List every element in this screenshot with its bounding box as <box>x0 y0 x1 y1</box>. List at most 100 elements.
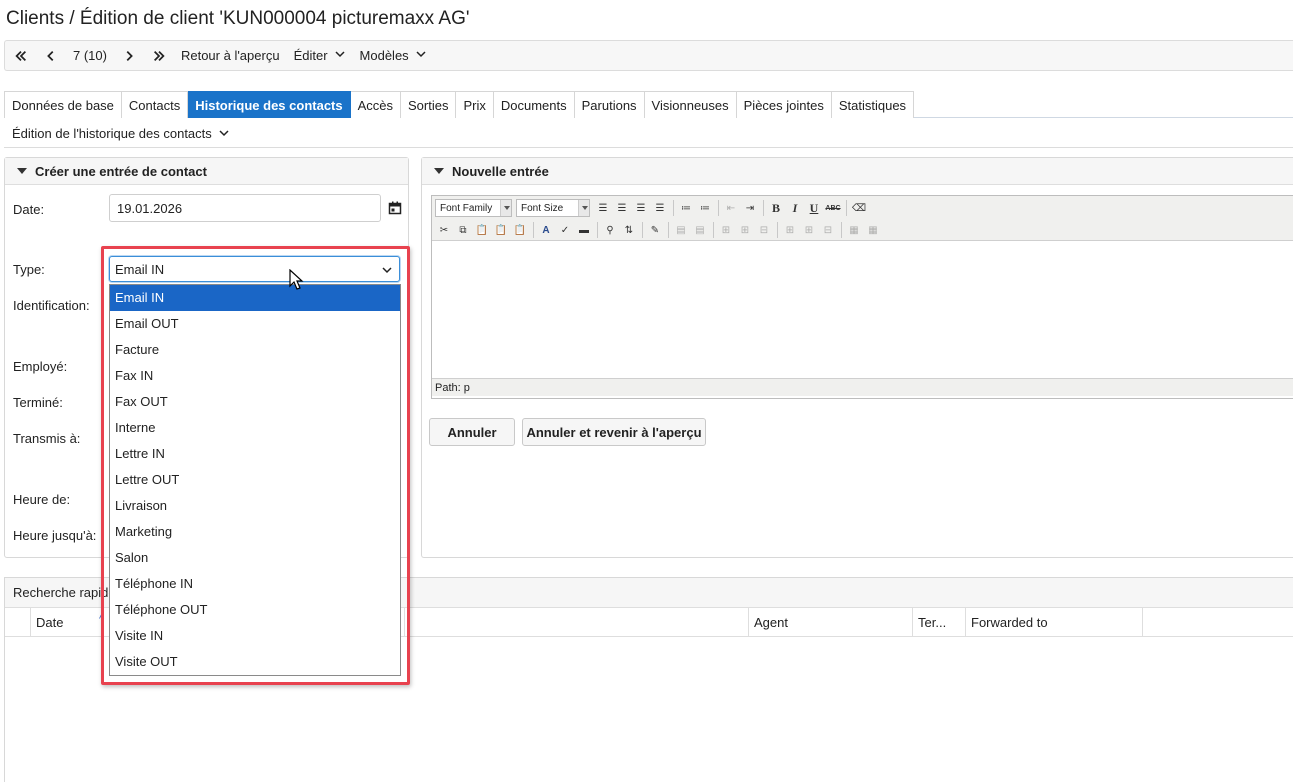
cut-icon[interactable]: ✂ <box>435 221 453 239</box>
done-label: Terminé: <box>13 395 63 410</box>
type-option[interactable]: Email OUT <box>110 311 400 337</box>
type-option[interactable]: Interne <box>110 415 400 441</box>
char-map-icon[interactable]: ▬ <box>575 221 593 239</box>
tab-contacts[interactable]: Contacts <box>121 91 189 118</box>
underline-icon[interactable]: U <box>805 199 823 217</box>
paste-text-icon[interactable]: 📋 <box>492 221 510 239</box>
tab-contact-history[interactable]: Historique des contacts <box>188 91 351 118</box>
type-option[interactable]: Salon <box>110 545 400 571</box>
column-header-done[interactable]: Ter... <box>913 608 966 636</box>
tab-viewers[interactable]: Visionneuses <box>644 91 737 118</box>
toolbar-separator <box>718 200 719 216</box>
tab-prices[interactable]: Prix <box>456 91 494 118</box>
cancel-and-back-button[interactable]: Annuler et revenir à l'aperçu <box>522 418 706 446</box>
create-contact-entry-header[interactable]: Créer une entrée de contact <box>5 158 408 185</box>
chevron-down-icon <box>409 48 427 63</box>
first-record-button[interactable] <box>13 41 29 70</box>
edit-css-icon[interactable]: ✎ <box>646 221 664 239</box>
align-justify-icon[interactable]: ☰ <box>651 199 669 217</box>
align-left-icon[interactable]: ☰ <box>594 199 612 217</box>
date-field[interactable]: 19.01.2026 <box>109 194 381 222</box>
type-options-list: Email IN Email OUT Facture Fax IN Fax OU… <box>109 284 401 676</box>
mouse-cursor-icon <box>289 269 304 290</box>
insert-col-after-icon[interactable]: ⊞ <box>800 221 818 239</box>
tab-publications[interactable]: Parutions <box>574 91 645 118</box>
numbered-list-icon[interactable]: ≔ <box>696 199 714 217</box>
edit-menu[interactable]: Éditer <box>294 41 346 70</box>
replace-icon[interactable]: ⇅ <box>620 221 638 239</box>
strikethrough-icon[interactable]: ABC <box>824 199 842 217</box>
align-center-icon[interactable]: ☰ <box>613 199 631 217</box>
bold-icon[interactable]: B <box>767 199 785 217</box>
type-option[interactable]: Visite OUT <box>110 649 400 675</box>
type-select[interactable]: Email IN <box>109 256 400 282</box>
type-option[interactable]: Email IN <box>110 285 400 311</box>
dropdown-arrow-icon <box>578 200 589 216</box>
text-color-icon[interactable]: A <box>537 221 555 239</box>
tab-base-data[interactable]: Données de base <box>4 91 122 118</box>
toolbar-separator <box>642 222 643 238</box>
tab-statistics[interactable]: Statistiques <box>831 91 915 118</box>
table-row-icon[interactable]: ▤ <box>672 221 690 239</box>
column-header-hidden[interactable] <box>405 608 749 636</box>
record-position: 7 (10) <box>73 48 107 63</box>
column-date-label: Date <box>36 614 64 630</box>
tab-attachments[interactable]: Pièces jointes <box>736 91 832 118</box>
editor-path-bar: Path: p <box>432 378 1293 396</box>
calendar-icon[interactable] <box>388 201 402 215</box>
cancel-button[interactable]: Annuler <box>429 418 515 446</box>
copy-icon[interactable]: ⧉ <box>454 221 472 239</box>
column-header-forwarded-to[interactable]: Forwarded to <box>966 608 1143 636</box>
indent-icon[interactable]: ⇥ <box>741 199 759 217</box>
font-size-select[interactable]: Font Size <box>516 199 590 217</box>
outdent-icon[interactable]: ⇤ <box>722 199 740 217</box>
toolbar-separator <box>668 222 669 238</box>
table-row-props-icon[interactable]: ▤ <box>691 221 709 239</box>
type-option[interactable]: Lettre IN <box>110 441 400 467</box>
paste-icon[interactable]: 📋 <box>473 221 491 239</box>
editor-content-area[interactable] <box>432 241 1293 378</box>
font-family-select[interactable]: Font Family <box>435 199 512 217</box>
type-select-value: Email IN <box>115 261 165 277</box>
bullet-list-icon[interactable]: ≔ <box>677 199 695 217</box>
italic-icon[interactable]: I <box>786 199 804 217</box>
column-header-agent[interactable]: Agent <box>749 608 913 636</box>
type-option[interactable]: Lettre OUT <box>110 467 400 493</box>
align-right-icon[interactable]: ☰ <box>632 199 650 217</box>
type-option[interactable]: Téléphone OUT <box>110 597 400 623</box>
new-entry-header[interactable]: Nouvelle entrée <box>422 158 1293 185</box>
type-option[interactable]: Livraison <box>110 493 400 519</box>
type-option[interactable]: Visite IN <box>110 623 400 649</box>
toolbar-separator <box>713 222 714 238</box>
contact-history-menu[interactable]: Édition de l'historique des contacts <box>4 119 1293 148</box>
back-to-overview-link[interactable]: Retour à l'aperçu <box>181 41 280 70</box>
tab-access[interactable]: Accès <box>350 91 402 118</box>
previous-record-button[interactable] <box>43 41 59 70</box>
time-from-label: Heure de: <box>13 492 71 507</box>
type-option[interactable]: Facture <box>110 337 400 363</box>
insert-col-before-icon[interactable]: ⊞ <box>781 221 799 239</box>
spellcheck-icon[interactable]: ✓ <box>556 221 574 239</box>
toolbar-separator <box>777 222 778 238</box>
delete-col-icon[interactable]: ⊟ <box>819 221 837 239</box>
insert-row-after-icon[interactable]: ⊞ <box>736 221 754 239</box>
tab-outputs[interactable]: Sorties <box>401 91 457 118</box>
last-record-button[interactable] <box>151 41 167 70</box>
delete-row-icon[interactable]: ⊟ <box>755 221 773 239</box>
find-icon[interactable]: ⚲ <box>601 221 619 239</box>
record-toolbar: 7 (10) Retour à l'aperçu Éditer Modèles <box>4 40 1293 71</box>
eraser-icon[interactable]: ⌫ <box>850 199 868 217</box>
paste-word-icon[interactable]: 📋 <box>511 221 529 239</box>
type-option[interactable]: Marketing <box>110 519 400 545</box>
next-record-button[interactable] <box>121 41 137 70</box>
type-option[interactable]: Fax IN <box>110 363 400 389</box>
tab-documents[interactable]: Documents <box>493 91 575 118</box>
split-cells-icon[interactable]: ▦ <box>845 221 863 239</box>
templates-menu[interactable]: Modèles <box>360 41 427 70</box>
insert-row-before-icon[interactable]: ⊞ <box>717 221 735 239</box>
row-selector-column[interactable] <box>5 608 31 636</box>
type-option[interactable]: Fax OUT <box>110 389 400 415</box>
employee-label: Employé: <box>13 359 68 374</box>
merge-cells-icon[interactable]: ▦ <box>864 221 882 239</box>
type-option[interactable]: Téléphone IN <box>110 571 400 597</box>
